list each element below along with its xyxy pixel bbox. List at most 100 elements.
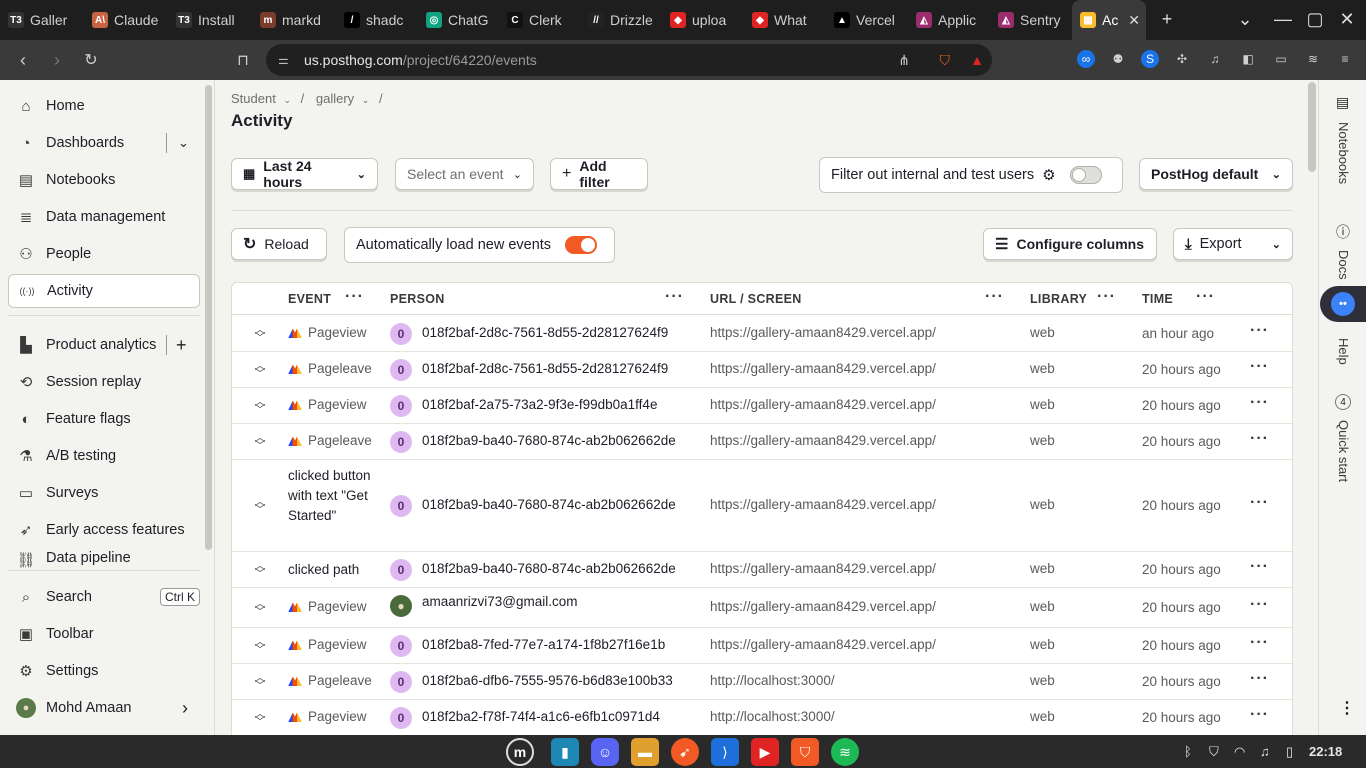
more-icon[interactable]: ···	[1097, 288, 1116, 306]
browser-tab[interactable]: A\ Claude	[84, 0, 164, 40]
sidebar-item-toolbar[interactable]: ▣ Toolbar	[8, 617, 200, 651]
reload-icon[interactable]: ↻	[74, 50, 108, 70]
main-scrollbar[interactable]	[1308, 82, 1316, 172]
url-cell[interactable]: https://gallery-amaan8429.vercel.app/	[710, 325, 1000, 340]
column-header-person[interactable]: PERSON	[390, 292, 445, 306]
brave-shield-icon[interactable]: ⛉	[940, 52, 951, 69]
column-header-time[interactable]: TIME	[1142, 292, 1173, 306]
table-row[interactable]: ︿ ﹀ Pageview 0 018f2ba2-f78f-74f4-a1c6-e6fb1…	[232, 700, 1292, 735]
person-cell[interactable]: 018f2ba9-ba40-7680-874c-ab2b062662de	[422, 561, 708, 576]
side-panel-help[interactable]: Help	[1336, 338, 1351, 365]
sidebar-item-data-pipeline[interactable]: ⛓ Data pipeline	[8, 550, 200, 572]
sidebar-scrollbar[interactable]	[205, 85, 212, 550]
battery-icon[interactable]: ▯	[1286, 744, 1293, 760]
brave-app-icon[interactable]: ⛉	[791, 738, 819, 766]
export-button[interactable]: ⤓ Export ⌄	[1173, 228, 1293, 260]
maximize-icon[interactable]: ▢	[1298, 9, 1332, 30]
configure-columns-button[interactable]: ☰ Configure columns	[983, 228, 1157, 260]
browser-tab[interactable]: / shadc	[336, 0, 416, 40]
close-tab-icon[interactable]: ✕	[1128, 12, 1140, 29]
music-icon[interactable]: ♫	[1206, 50, 1224, 68]
sidebar-item-feature-flags[interactable]: ◐ Feature flags	[8, 402, 200, 436]
more-vertical-icon[interactable]: ⋮	[1339, 698, 1355, 718]
sidebar-item-home[interactable]: ⌂ Home	[8, 89, 200, 123]
vpn-icon[interactable]: ≋	[1304, 50, 1322, 68]
sidebar-item-data-management[interactable]: ≣ Data management	[8, 200, 200, 234]
max-ai-button[interactable]: ••	[1320, 286, 1366, 322]
person-cell[interactable]: 018f2ba9-ba40-7680-874c-ab2b062662de	[422, 497, 708, 512]
shield-icon[interactable]: ⛉	[1209, 744, 1219, 760]
row-more-icon[interactable]: ···	[1250, 634, 1269, 652]
sidebar-item-surveys[interactable]: ▭ Surveys	[8, 476, 200, 510]
sidebar-item-notebooks[interactable]: ▤ Notebooks	[8, 163, 200, 197]
more-icon[interactable]: ···	[985, 288, 1004, 306]
person-cell[interactable]: 018f2baf-2d8c-7561-8d55-2d28127624f9	[422, 361, 708, 376]
table-row[interactable]: ︿ ﹀ Pageview 0 018f2baf-2d8c-7561-8d55-2d281…	[232, 316, 1292, 352]
browser-tab[interactable]: ◭ Applic	[908, 0, 988, 40]
menu-icon[interactable]: ≡	[1336, 50, 1354, 68]
person-cell[interactable]: 018f2ba9-ba40-7680-874c-ab2b062662de	[422, 433, 708, 448]
browser-tab[interactable]: ◆ uploa	[662, 0, 742, 40]
expand-row-icon[interactable]: ︿ ﹀	[252, 325, 268, 344]
mint-menu-icon[interactable]: m	[506, 738, 534, 766]
auto-load-toggle[interactable]	[565, 236, 598, 254]
sidebar-toggle-icon[interactable]: ◧	[1239, 50, 1257, 68]
row-more-icon[interactable]: ···	[1250, 670, 1269, 688]
expand-row-icon[interactable]: ︿ ﹀	[252, 561, 268, 580]
browser-tab[interactable]: ◆ What	[744, 0, 824, 40]
more-icon[interactable]: ···	[345, 288, 364, 306]
posthog-default-select[interactable]: PostHog default ⌄	[1139, 158, 1293, 190]
expand-row-icon[interactable]: ︿ ﹀	[252, 599, 268, 618]
expand-row-icon[interactable]: ︿ ﹀	[252, 637, 268, 656]
spotify-app-icon[interactable]: ≋	[831, 738, 859, 766]
browser-tab[interactable]: T3 Galler	[0, 0, 80, 40]
discord-app-icon[interactable]: ☺	[591, 738, 619, 766]
column-header-library[interactable]: LIBRARY	[1030, 292, 1087, 306]
extension-icon[interactable]: ⚉	[1109, 50, 1127, 68]
expand-row-icon[interactable]: ︿ ﹀	[252, 433, 268, 452]
date-range-button[interactable]: ▦ Last 24 hours ⌄	[231, 158, 378, 190]
expand-row-icon[interactable]: ︿ ﹀	[252, 497, 268, 516]
expand-row-icon[interactable]: ︿ ﹀	[252, 361, 268, 380]
side-panel-docs[interactable]: Docs	[1336, 250, 1351, 280]
table-row[interactable]: ︿ ﹀ Pageleave 0 018f2ba9-ba40-7680-874c-ab2b…	[232, 424, 1292, 460]
row-more-icon[interactable]: ···	[1250, 596, 1269, 614]
table-row[interactable]: ︿ ﹀ Pageleave 0 018f2ba6-dfb6-7555-9576-b6d8…	[232, 664, 1292, 700]
breadcrumb-gallery[interactable]: gallery	[316, 91, 354, 106]
brave-rewards-icon[interactable]: ▲	[970, 52, 984, 68]
vscode-app-icon[interactable]: ⟩	[711, 738, 739, 766]
puzzle-icon[interactable]: ✣	[1173, 50, 1191, 68]
chevron-down-icon[interactable]: ⌄	[178, 135, 189, 151]
person-cell[interactable]: 018f2baf-2a75-73a2-9f3e-f99db0a1ff4e	[422, 397, 708, 412]
address-bar[interactable]: ⚌ us.posthog.com/project/64220/events ⋔ …	[266, 44, 992, 76]
breadcrumb-student[interactable]: Student	[231, 91, 276, 106]
sidebar-item-early-access-features[interactable]: ➶ Early access features	[8, 513, 200, 547]
bluetooth-icon[interactable]: ᛒ	[1184, 744, 1192, 759]
share-icon[interactable]: ⋔	[898, 52, 910, 69]
site-info-icon[interactable]: ⚌	[278, 53, 289, 67]
row-more-icon[interactable]: ···	[1250, 706, 1269, 724]
sidebar-item-a-b-testing[interactable]: ⚗ A/B testing	[8, 439, 200, 473]
forward-icon[interactable]: ›	[40, 50, 74, 71]
wifi-icon[interactable]: ◠	[1234, 744, 1245, 760]
sidebar-item-mohd-amaan[interactable]: ● Mohd Amaan ›	[8, 691, 200, 725]
add-filter-button[interactable]: + Add filter	[550, 158, 648, 190]
tab-list-icon[interactable]: ⌄	[1228, 9, 1262, 30]
more-icon[interactable]: ···	[665, 288, 684, 306]
row-more-icon[interactable]: ···	[1250, 322, 1269, 340]
more-icon[interactable]: ···	[1196, 288, 1215, 306]
terminal-app-icon[interactable]: ▮	[551, 738, 579, 766]
table-row[interactable]: ︿ ﹀ Pageview 0 018f2ba8-7fed-77e7-a174-1f8b2…	[232, 628, 1292, 664]
extension-icon[interactable]: ∞	[1077, 50, 1095, 68]
new-tab-icon[interactable]: +	[1150, 9, 1184, 30]
bookmark-icon[interactable]: ⊓	[226, 51, 260, 69]
files-app-icon[interactable]: ▬	[631, 738, 659, 766]
close-window-icon[interactable]: ✕	[1330, 9, 1364, 30]
table-row[interactable]: ︿ ﹀ Pageleave 0 018f2baf-2d8c-7561-8d55-2d28…	[232, 352, 1292, 388]
browser-tab[interactable]: m markd	[252, 0, 332, 40]
side-panel-quick-start[interactable]: Quick start	[1336, 420, 1351, 482]
sidebar-item-people[interactable]: ⚇ People	[8, 237, 200, 271]
plus-icon[interactable]: +	[176, 335, 187, 356]
person-cell[interactable]: amaanrizvi73@gmail.com	[422, 594, 708, 609]
browser-tab[interactable]: ▦ Ac ✕	[1072, 0, 1146, 40]
